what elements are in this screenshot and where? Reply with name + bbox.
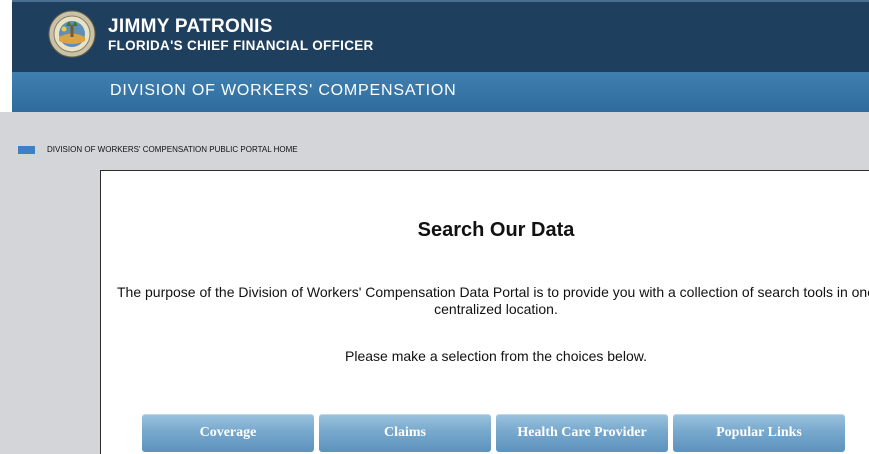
official-title: FLORIDA'S CHIEF FINANCIAL OFFICER <box>108 38 374 53</box>
purpose-description: The purpose of the Division of Workers' … <box>116 284 869 317</box>
florida-cfo-seal-icon <box>48 10 96 58</box>
content-panel: Search Our Data The purpose of the Divis… <box>100 170 869 454</box>
official-name: JIMMY PATRONIS <box>108 16 273 37</box>
coverage-button[interactable]: Coverage <box>142 414 314 452</box>
page-title: Search Our Data <box>417 219 575 241</box>
popular-links-button[interactable]: Popular Links <box>673 414 845 452</box>
breadcrumb-home-link[interactable]: DIVISION OF WORKERS' COMPENSATION PUBLIC… <box>47 145 298 154</box>
selection-instruction: Please make a selection from the choices… <box>345 348 647 364</box>
division-banner: DIVISION OF WORKERS' COMPENSATION <box>12 72 869 112</box>
claims-button[interactable]: Claims <box>319 414 491 452</box>
page: JIMMY PATRONIS FLORIDA'S CHIEF FINANCIAL… <box>0 0 869 454</box>
health-care-provider-button[interactable]: Health Care Provider <box>496 414 668 452</box>
breadcrumb-marker-icon <box>18 146 35 154</box>
top-header: JIMMY PATRONIS FLORIDA'S CHIEF FINANCIAL… <box>12 0 869 72</box>
division-title: DIVISION OF WORKERS' COMPENSATION <box>110 82 457 99</box>
